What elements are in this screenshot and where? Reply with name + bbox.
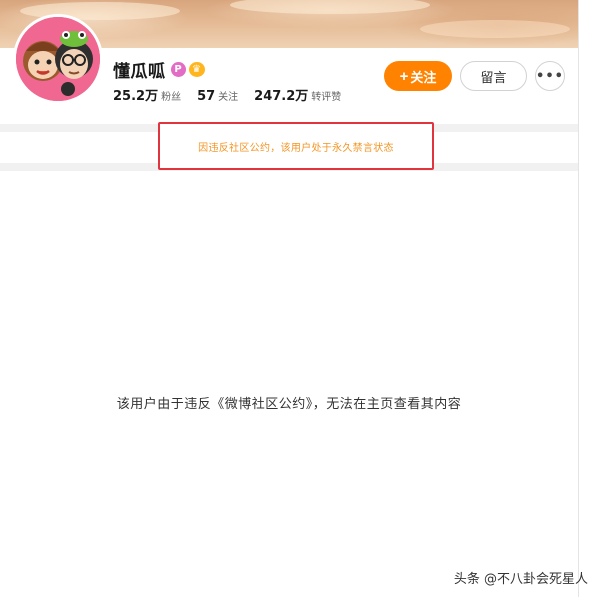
follow-button[interactable]: + 关注 (384, 61, 452, 91)
stat-label: 转评赞 (311, 92, 342, 103)
vip-p-badge-icon[interactable]: P (170, 61, 186, 77)
profile-name[interactable]: 懂瓜呱 (113, 57, 166, 82)
stat-interactions: 247.2万 转评赞 (254, 85, 341, 104)
more-options-button[interactable]: ••• (535, 61, 565, 91)
avatar-illustration (16, 17, 100, 101)
profile-name-row: 懂瓜呱 P ♛ (113, 57, 205, 82)
stat-following[interactable]: 57 关注 (197, 88, 238, 104)
ellipsis-icon: ••• (536, 68, 564, 84)
stat-followers[interactable]: 25.2万 粉丝 (113, 85, 181, 104)
ban-notice-text: 因违反社区公约，该用户处于永久禁言状态 (198, 142, 394, 154)
stat-label: 粉丝 (161, 92, 182, 103)
stat-label: 关注 (218, 92, 239, 103)
avatar[interactable] (13, 14, 103, 104)
stat-value: 57 (197, 89, 216, 104)
follow-button-label: 关注 (410, 69, 437, 85)
crown-badge-icon[interactable]: ♛ (188, 61, 205, 77)
stat-value: 25.2万 (113, 89, 159, 104)
restricted-content-message: 该用户由于违反《微博社区公约》，无法在主页查看其内容 (116, 397, 462, 412)
page-edge-line (578, 0, 579, 597)
profile-stats: 25.2万 粉丝 57 关注 247.2万 转评赞 (113, 85, 357, 104)
ban-notice-highlight: 因违反社区公约，该用户处于永久禁言状态 (158, 122, 434, 170)
stat-value: 247.2万 (254, 89, 309, 104)
message-button[interactable]: 留言 (460, 61, 527, 91)
plus-icon: + (399, 67, 409, 85)
message-button-label: 留言 (480, 70, 507, 86)
watermark: 头条 @不八卦会死星人 (453, 572, 588, 587)
